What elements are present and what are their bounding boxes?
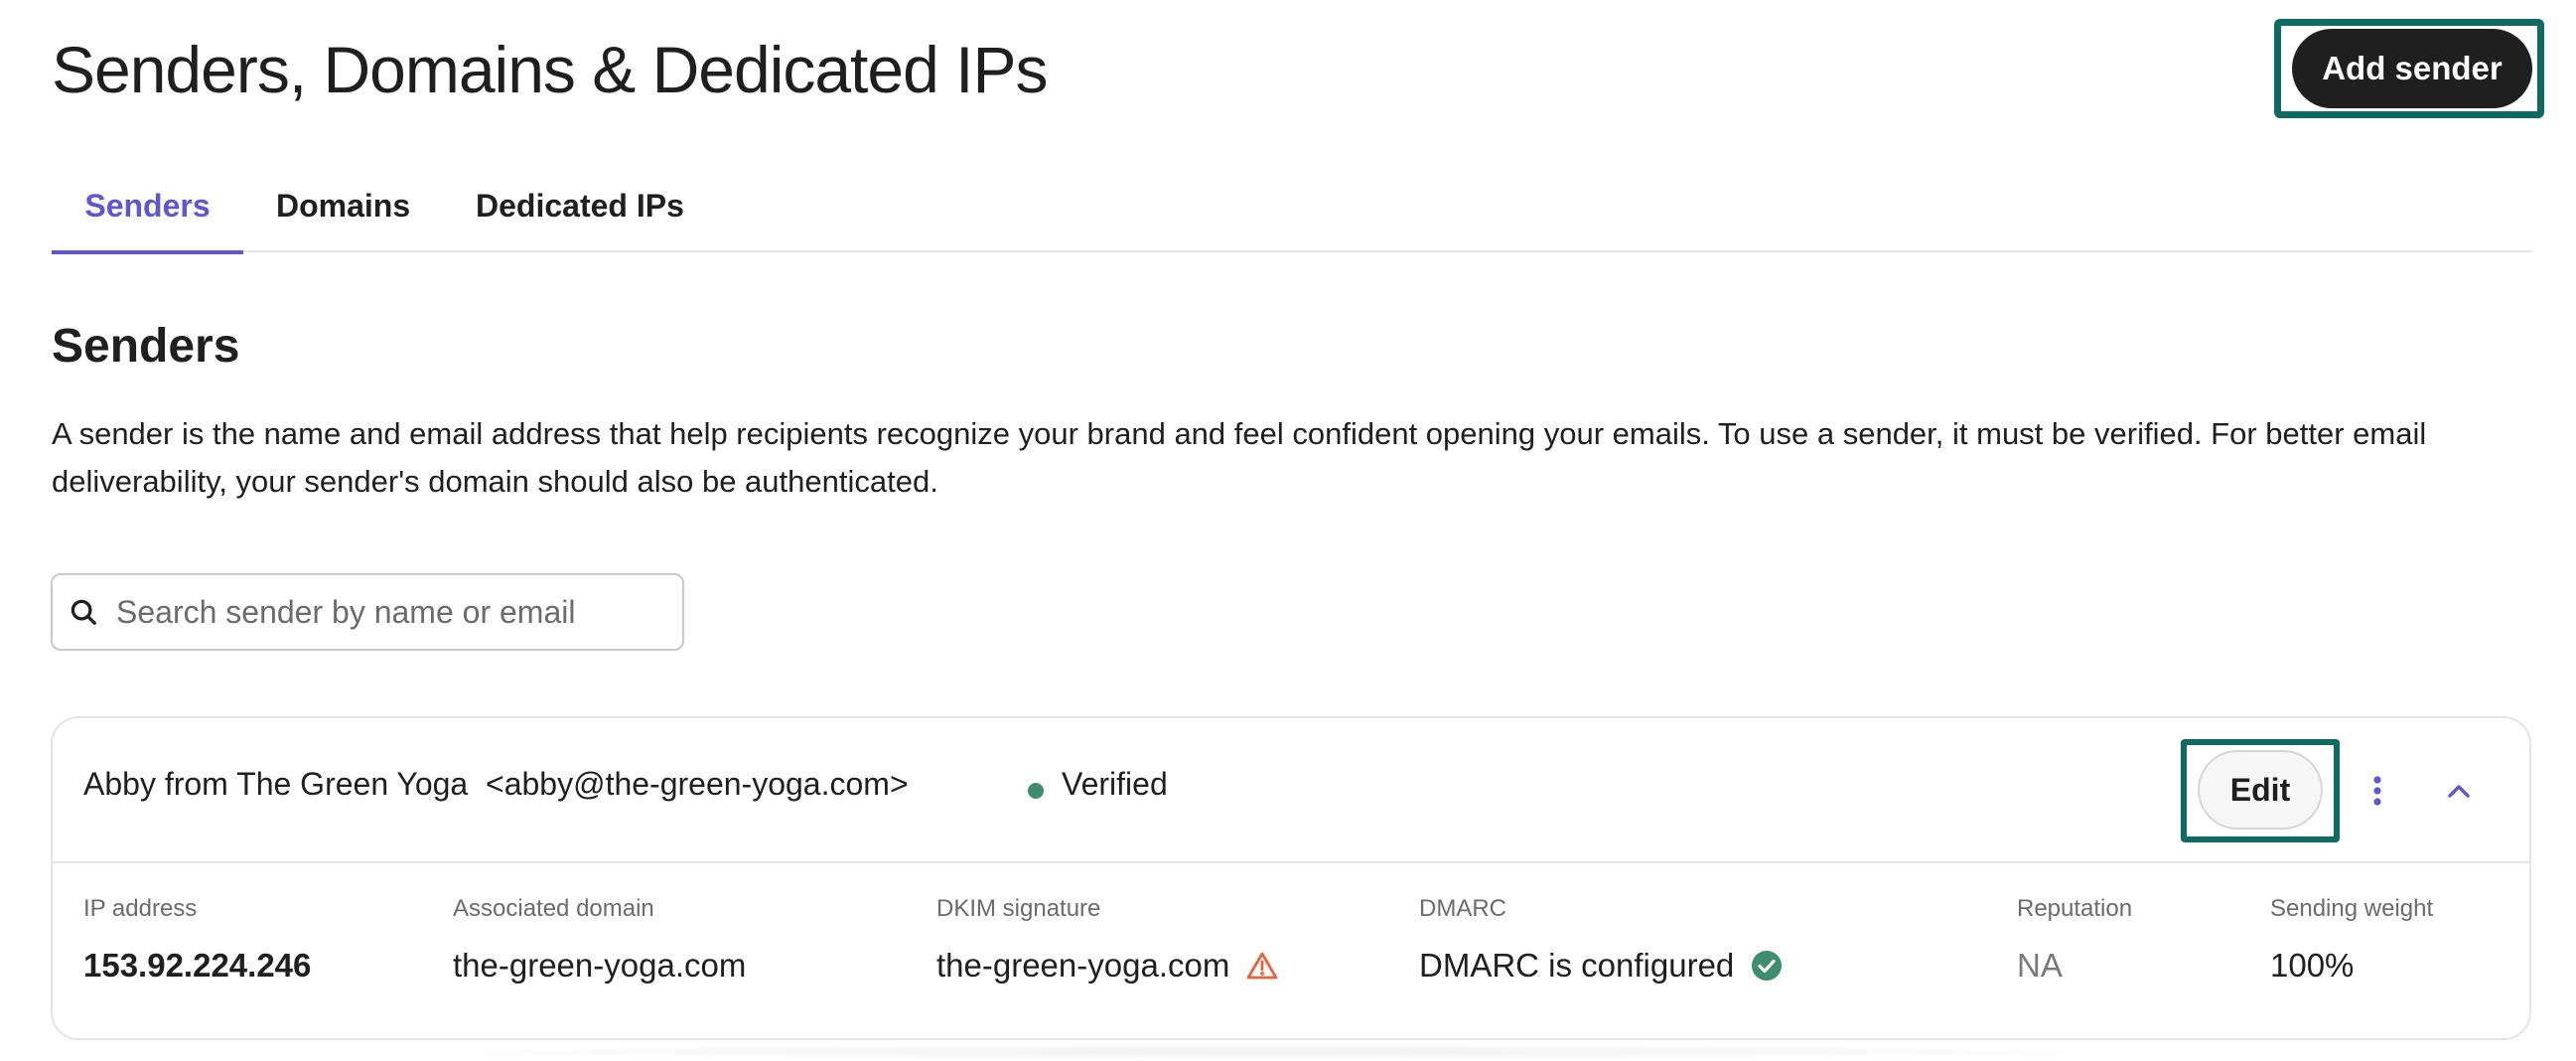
dkim-value-row: the-green-yoga.com xyxy=(936,946,1279,985)
dmarc-value-row: DMARC is configured xyxy=(1419,946,1784,985)
tab-senders-label: Senders xyxy=(84,187,211,224)
dmarc-column: DMARC DMARC is configured xyxy=(1419,892,1784,985)
section-title: Senders xyxy=(52,320,240,373)
reputation-label: Reputation xyxy=(2017,895,2133,922)
reputation-value: NA xyxy=(2017,947,2063,984)
status-label: Verified xyxy=(1062,766,1168,802)
tab-domains[interactable]: Domains xyxy=(276,159,410,252)
sender-card: Abby from The Green Yoga <abby@the-green… xyxy=(51,716,2531,1040)
status-dot-icon xyxy=(1028,783,1044,799)
sending-weight-label: Sending weight xyxy=(2270,895,2434,922)
dkim-value: the-green-yoga.com xyxy=(936,947,1230,984)
page: Senders, Domains & Dedicated IPs Add sen… xyxy=(0,0,2576,1061)
search-input[interactable] xyxy=(114,592,654,632)
add-sender-button[interactable]: Add sender xyxy=(2292,29,2532,108)
dmarc-value: DMARC is configured xyxy=(1419,947,1735,984)
search-icon xyxy=(67,595,100,629)
associated-domain-label: Associated domain xyxy=(453,895,654,922)
sender-email: <abby@the-green-yoga.com> xyxy=(486,766,909,802)
page-title: Senders, Domains & Dedicated IPs xyxy=(52,33,1049,106)
associated-domain-column: Associated domain the-green-yoga.com xyxy=(453,892,746,985)
section-description: A sender is the name and email address t… xyxy=(52,416,2427,499)
warning-icon[interactable] xyxy=(1245,949,1279,983)
check-circle-icon xyxy=(1750,949,1784,983)
dkim-column: DKIM signature the-green-yoga.com xyxy=(936,892,1279,985)
associated-domain-value: the-green-yoga.com xyxy=(453,947,747,984)
tab-dedicated-ips[interactable]: Dedicated IPs xyxy=(476,159,684,252)
sender-name: Abby from The Green Yoga xyxy=(83,766,469,802)
ip-address-value: 153.92.224.246 xyxy=(83,947,312,984)
search-box[interactable] xyxy=(51,573,684,651)
dmarc-label: DMARC xyxy=(1419,895,1506,922)
reputation-column: Reputation NA xyxy=(2017,892,2132,985)
sending-weight-column: Sending weight 100% xyxy=(2270,892,2433,985)
card-shadow xyxy=(377,1043,2165,1061)
edit-button[interactable]: Edit xyxy=(2198,750,2323,830)
ip-address-column: IP address 153.92.224.246 xyxy=(83,892,311,985)
tab-dedicated-ips-label: Dedicated IPs xyxy=(476,187,684,224)
tab-senders[interactable]: Senders xyxy=(52,159,243,254)
sending-weight-value: 100% xyxy=(2270,947,2355,984)
active-tab-indicator xyxy=(52,250,243,254)
sender-identity: Abby from The Green Yoga <abby@the-green… xyxy=(83,766,909,803)
chevron-up-icon[interactable] xyxy=(2436,768,2482,814)
more-vertical-icon[interactable] xyxy=(2358,768,2397,814)
dkim-label: DKIM signature xyxy=(936,895,1101,922)
tab-domains-label: Domains xyxy=(276,187,411,224)
sender-card-header[interactable]: Abby from The Green Yoga <abby@the-green… xyxy=(53,718,2529,863)
ip-address-label: IP address xyxy=(83,895,198,922)
tab-bar: Senders Domains Dedicated IPs xyxy=(52,159,2532,254)
